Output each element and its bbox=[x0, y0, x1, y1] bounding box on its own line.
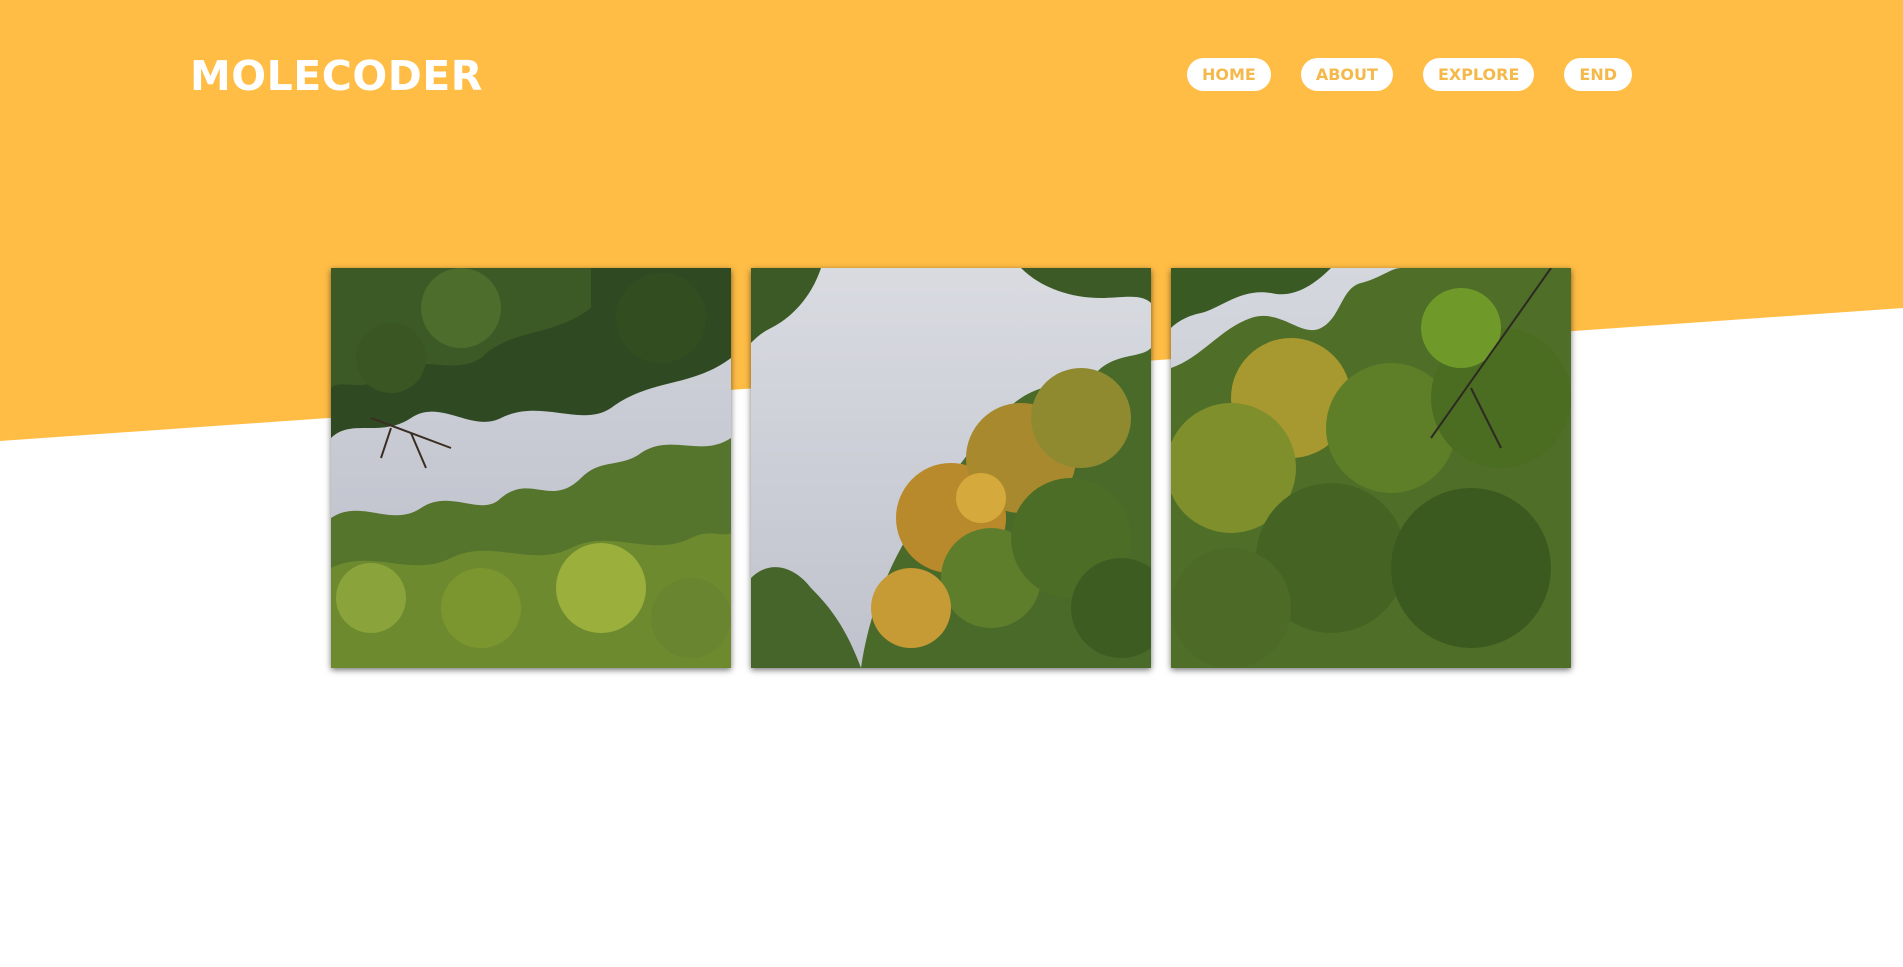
photo-gallery bbox=[331, 268, 1571, 668]
nav-home-button[interactable]: HOME bbox=[1187, 58, 1271, 91]
gallery-photo-2[interactable] bbox=[751, 268, 1151, 668]
tree-canopy-photo bbox=[331, 268, 731, 668]
green-tree-canopy-photo bbox=[1171, 268, 1571, 668]
main-nav: HOME ABOUT EXPLORE END bbox=[1187, 58, 1633, 91]
site-logo[interactable]: MOLECODER bbox=[190, 52, 483, 100]
nav-explore-button[interactable]: EXPLORE bbox=[1422, 58, 1535, 91]
autumn-tree-canopy-photo bbox=[751, 268, 1151, 668]
page: MOLECODER HOME ABOUT EXPLORE END bbox=[0, 0, 1903, 967]
gallery-photo-3[interactable] bbox=[1171, 268, 1571, 668]
nav-end-button[interactable]: END bbox=[1564, 58, 1633, 91]
nav-about-button[interactable]: ABOUT bbox=[1300, 58, 1393, 91]
gallery-photo-1[interactable] bbox=[331, 268, 731, 668]
